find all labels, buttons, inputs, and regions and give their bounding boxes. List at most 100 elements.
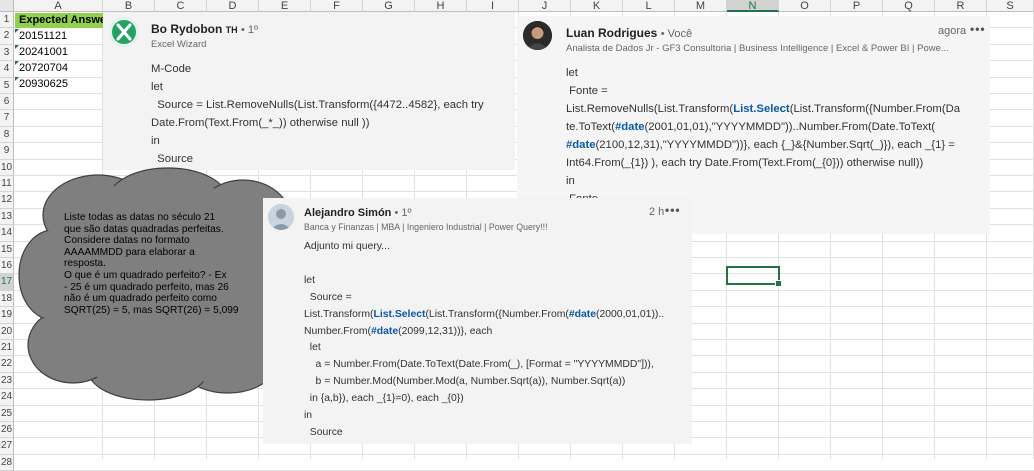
cloud-note-line: SQRT(25) = 5, mas SQRT(26) = 5,099 — [64, 304, 239, 316]
row-header-11[interactable]: 11 — [0, 176, 14, 193]
column-header-p[interactable]: P — [831, 0, 883, 12]
row-header-1[interactable]: 1 — [0, 12, 14, 29]
luan-body-line: List.RemoveNulls(List.Transform(List.Sel… — [566, 100, 988, 118]
column-header-b[interactable]: B — [103, 0, 155, 12]
column-header-q[interactable]: Q — [883, 0, 935, 12]
excel-logo-icon — [109, 17, 139, 47]
row-header-9[interactable]: 9 — [0, 143, 14, 160]
column-header-c[interactable]: C — [155, 0, 207, 12]
row-header-13[interactable]: 13 — [0, 208, 14, 226]
row-header-20[interactable]: 20 — [0, 323, 14, 340]
row-header-25[interactable]: 25 — [0, 405, 14, 422]
cell-a5[interactable]: 20930625 — [15, 77, 103, 92]
column-header-l[interactable]: L — [623, 0, 675, 12]
luan-body-line: #date(2100,12,31),"YYYYMMDD"))}, each {_… — [566, 136, 988, 154]
cell-a3-value: 20241001 — [19, 46, 68, 58]
luan-time: agora — [938, 25, 967, 37]
row-header-6[interactable]: 6 — [0, 94, 14, 111]
cell-a4-value: 20720704 — [19, 62, 68, 74]
cloud-note-line: resposta. — [64, 258, 106, 270]
code-keyword: List.Select — [373, 308, 426, 320]
active-cell-n17[interactable] — [726, 266, 782, 287]
comment-bo-rydobon: Bo Rydobon TH • 1º Excel Wizard M-Code l… — [103, 12, 515, 170]
column-header-d[interactable]: D — [207, 0, 259, 12]
row-header-28[interactable]: 28 — [0, 454, 14, 471]
luan-name[interactable]: Luan Rodrigues — [566, 26, 657, 40]
column-header-s[interactable]: S — [987, 0, 1034, 12]
cell-a2[interactable]: 20151121 — [15, 29, 103, 44]
luan-body: let Fonte = List.RemoveNulls(List.Transf… — [566, 64, 988, 208]
row-header-15[interactable]: 15 — [0, 241, 14, 258]
alejandro-name[interactable]: Alejandro Simón — [304, 207, 391, 219]
row-header-14[interactable]: 14 — [0, 225, 14, 242]
row-header-24[interactable]: 24 — [0, 389, 14, 406]
column-header-f[interactable]: F — [311, 0, 363, 12]
row-header-23[interactable]: 23 — [0, 372, 14, 390]
column-header-j[interactable]: J — [519, 0, 571, 12]
row-header-2[interactable]: 2 — [0, 28, 14, 45]
row-header-19[interactable]: 19 — [0, 307, 14, 324]
column-header-i[interactable]: I — [467, 0, 519, 12]
code-text: te.ToText( — [566, 121, 615, 133]
luan-degree: • Você — [660, 28, 693, 40]
row-header-22[interactable]: 22 — [0, 356, 14, 373]
code-text: (2001,01,01),"YYYYMMDD"))..Number.From(D… — [644, 121, 936, 133]
bo-name[interactable]: Bo Rydobon — [151, 22, 222, 36]
code-text: Number.From( — [304, 325, 371, 337]
alejandro-body-line: a = Number.From(Date.ToText(Date.From(_)… — [304, 359, 654, 371]
row-header-21[interactable]: 21 — [0, 340, 14, 357]
alejandro-title: Banca y Finanzas | MBA | Ingeniero Indus… — [304, 222, 548, 232]
alejandro-more-icon[interactable]: ••• — [665, 203, 681, 217]
row-header-3[interactable]: 3 — [0, 44, 14, 62]
luan-avatar[interactable] — [523, 21, 552, 50]
cell-a4[interactable]: 20720704 — [15, 61, 103, 76]
bo-avatar[interactable] — [109, 17, 139, 47]
row-header-26[interactable]: 26 — [0, 422, 14, 439]
column-header-r[interactable]: R — [935, 0, 987, 12]
bo-body-line: Source = List.RemoveNulls(List.Transform… — [151, 99, 484, 111]
alejandro-body-line: let — [304, 342, 321, 354]
row-header-8[interactable]: 8 — [0, 126, 14, 144]
alejandro-body-line: Source = — [304, 291, 352, 303]
cell-a2-value: 20151121 — [19, 30, 68, 42]
bo-name-line: Bo Rydobon TH • 1º — [151, 22, 258, 36]
alejandro-body-blank — [304, 256, 689, 273]
bo-body: M-Code let Source = List.RemoveNulls(Lis… — [151, 60, 511, 168]
cell-a1[interactable]: Expected Answer — [15, 13, 110, 28]
column-header-e[interactable]: E — [259, 0, 311, 12]
row-header-5[interactable]: 5 — [0, 77, 14, 94]
row-header-4[interactable]: 4 — [0, 61, 14, 78]
column-header-a[interactable]: A — [14, 0, 103, 12]
code-text: List.RemoveNulls(List.Transform( — [566, 103, 734, 115]
bo-body-line: M-Code — [151, 63, 192, 75]
comment-alejandro-simon: Alejandro Simón • 1º 2 h ••• Banca y Fin… — [263, 198, 692, 444]
luan-name-line: Luan Rodrigues • Você — [566, 26, 692, 40]
row-header-10[interactable]: 10 — [0, 159, 14, 176]
row-header-18[interactable]: 18 — [0, 290, 14, 308]
column-header-k[interactable]: K — [571, 0, 623, 12]
alejandro-name-line: Alejandro Simón • 1º — [304, 207, 412, 219]
luan-body-line: Fonte = — [566, 85, 608, 97]
alejandro-body-line: in {a,b}), each _{1}=0), each _{0}) — [304, 393, 464, 405]
alejandro-body-line: let — [304, 274, 315, 286]
bo-degree: • 1º — [241, 24, 259, 36]
alejandro-avatar[interactable] — [268, 204, 294, 230]
luan-more-icon[interactable]: ••• — [970, 22, 986, 36]
code-text: (2100,12,31),"YYYYMMDD"))}, each {_}&{Nu… — [595, 139, 955, 151]
column-header-n[interactable]: N — [727, 0, 779, 12]
row-header-16[interactable]: 16 — [0, 258, 14, 275]
row-header-27[interactable]: 27 — [0, 438, 14, 455]
column-header-g[interactable]: G — [363, 0, 415, 12]
column-header-o[interactable]: O — [779, 0, 831, 12]
cell-a5-value: 20930625 — [19, 78, 68, 90]
column-header-h[interactable]: H — [415, 0, 467, 12]
row-header-17[interactable]: 17 — [0, 274, 14, 291]
cell-a3[interactable]: 20241001 — [15, 45, 103, 60]
column-header-m[interactable]: M — [675, 0, 727, 12]
cloud-note-text: Liste todas as datas no século 21 que sã… — [64, 212, 264, 316]
row-header-7[interactable]: 7 — [0, 110, 14, 127]
fill-handle[interactable] — [775, 280, 782, 287]
cloud-note-line: O que é um quadrado perfeito? - Ex — [64, 269, 227, 281]
select-all-corner[interactable] — [0, 0, 14, 12]
row-header-12[interactable]: 12 — [0, 192, 14, 209]
